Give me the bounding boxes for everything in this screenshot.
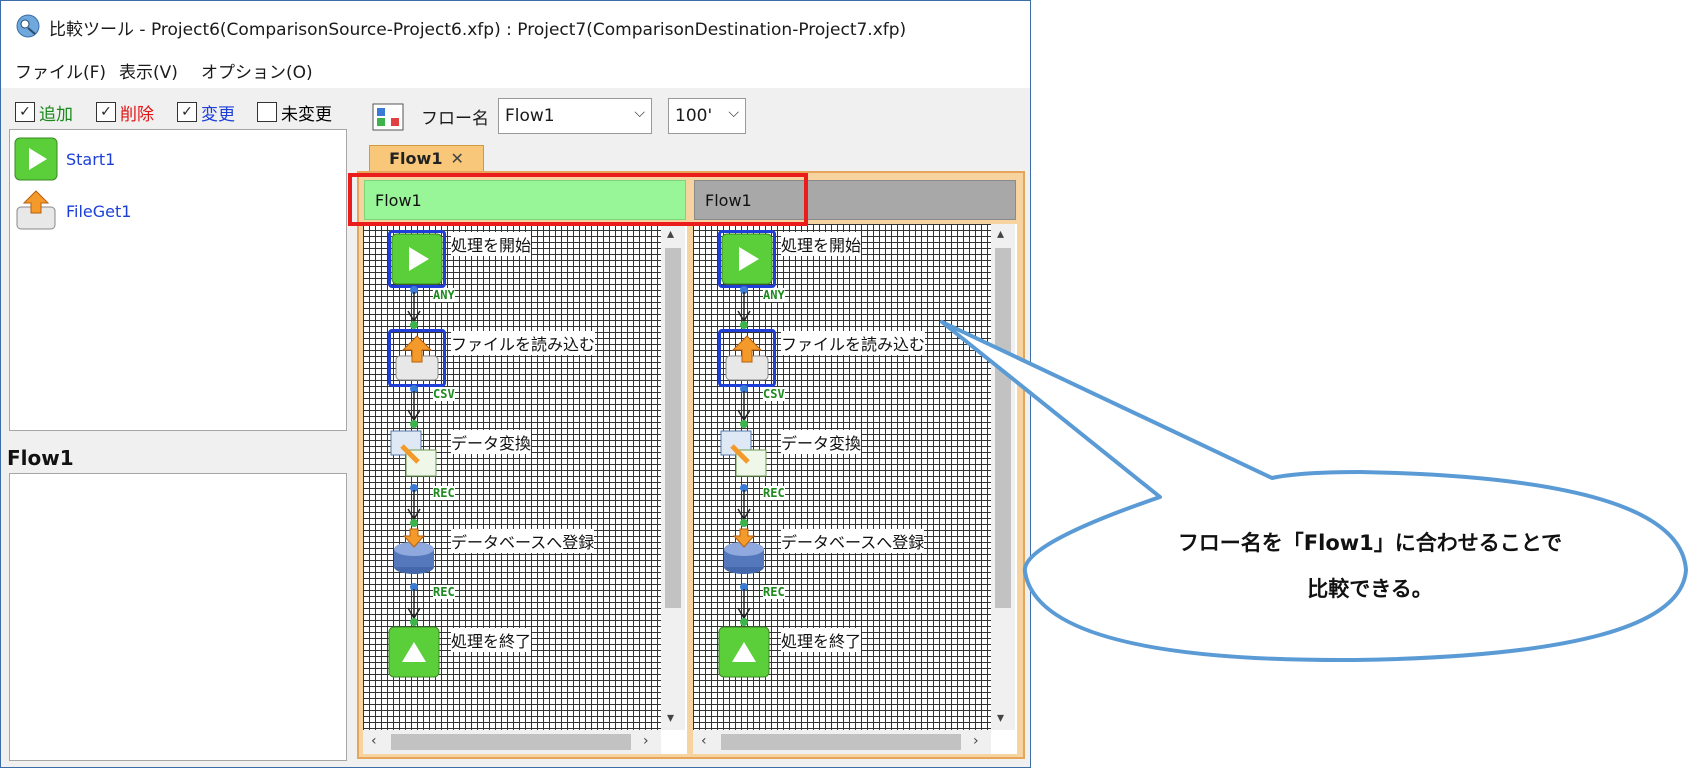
callout-text: フロー名を「Flow1」に合わせることで 比較できる。 <box>1090 520 1650 612</box>
callout-line: フロー名を「Flow1」に合わせることで <box>1177 531 1563 555</box>
callout-line: 比較できる。 <box>1307 577 1433 601</box>
callout-bubble <box>940 320 1688 663</box>
